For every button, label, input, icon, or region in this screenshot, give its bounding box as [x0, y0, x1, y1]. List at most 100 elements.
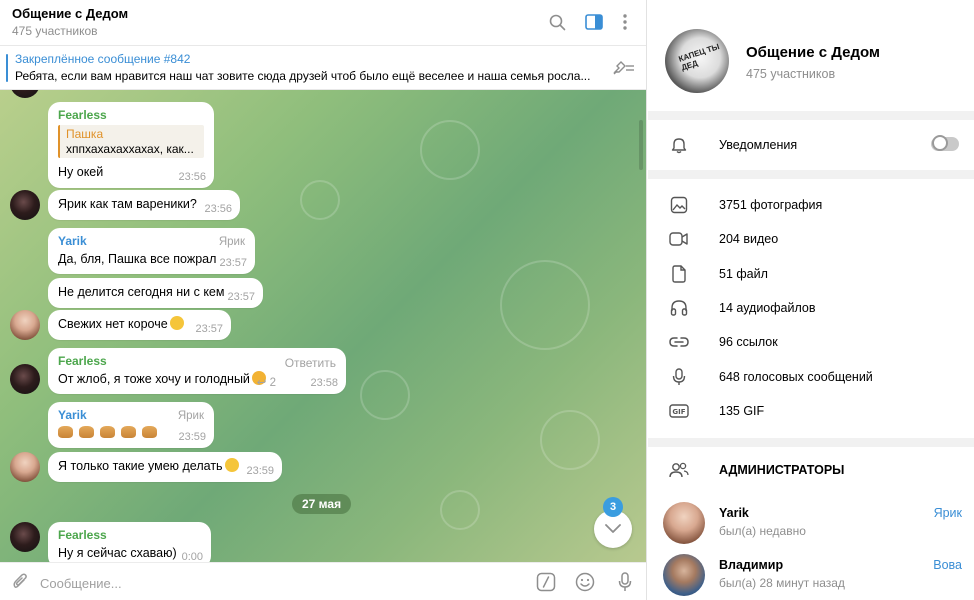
admin-status: был(а) недавно	[719, 524, 806, 538]
pinned-message-bar[interactable]: Закреплённое сообщение #842 Ребята, если…	[0, 46, 646, 90]
pinned-text: Ребята, если вам нравится наш чат зовите…	[15, 69, 591, 83]
avatar	[663, 502, 705, 544]
composer	[0, 562, 646, 600]
chat-header: Общение с Дедом 475 участников	[0, 0, 646, 46]
message-text: Ярик как там вареники?	[58, 197, 197, 211]
media-row-files[interactable]: 51 файл	[648, 257, 974, 291]
media-row-videos[interactable]: 204 видео	[648, 222, 974, 256]
message-time: 23:56	[204, 203, 232, 215]
sender-name[interactable]: Fearless	[58, 528, 201, 542]
avatar[interactable]	[10, 90, 40, 98]
pinned-indicator	[6, 54, 8, 82]
bread-emoji-icon	[121, 426, 136, 438]
message-text: Да, бля, Пашка все пожрал	[58, 252, 217, 266]
group-avatar[interactable]: КАПЕЦ ТЫ ДЕД	[665, 29, 729, 93]
users-icon	[669, 460, 689, 480]
message-bubble[interactable]: Я только такие умею делать 23:59	[48, 452, 282, 482]
attach-icon[interactable]	[9, 571, 31, 593]
notifications-card: Уведомления	[648, 120, 974, 170]
message-bubble[interactable]: Fearless Ну я сейчас схаваю) 0:00	[48, 522, 211, 562]
avatar[interactable]	[10, 190, 40, 220]
message-input[interactable]	[40, 572, 520, 594]
photo-icon	[669, 195, 689, 215]
admins-card: АДМИНИСТРАТОРЫ Yarik был(а) недавно Ярик…	[648, 447, 974, 600]
admin-row[interactable]: Владимир был(а) 28 минут назад Вова	[648, 550, 974, 600]
message-time: 23:57	[219, 257, 247, 269]
avatar[interactable]	[10, 364, 40, 394]
bread-emoji-icon	[100, 426, 115, 438]
message-list[interactable]: Fearless Пашка хппхахахаххахах, как... Н…	[0, 90, 646, 562]
notifications-toggle[interactable]	[931, 135, 959, 151]
bread-emoji-icon	[58, 426, 73, 438]
avatar[interactable]	[10, 310, 40, 340]
message-time: 23:59	[178, 431, 206, 443]
chevron-down-icon	[605, 524, 621, 533]
message-text: От жлоб, я тоже хочу и голодный	[58, 372, 250, 386]
bot-commands-icon[interactable]	[535, 571, 557, 593]
admin-tag: Ярик	[218, 236, 245, 248]
admin-name: Yarik	[719, 506, 749, 520]
media-label: 204 видео	[719, 232, 779, 246]
message-bubble[interactable]: Yarik Ярик Да, бля, Пашка все пожрал 23:…	[48, 228, 255, 274]
message-text: Ну окей	[58, 165, 104, 179]
toggle-knob	[932, 135, 948, 151]
message-time: 23:56	[178, 171, 206, 183]
message-bubble[interactable]: Свежих нет короче 23:57	[48, 310, 231, 340]
pinned-title: Закреплённое сообщение #842	[15, 52, 191, 66]
bread-emoji-icon	[142, 426, 157, 438]
message-bubble[interactable]: Fearless Ответить От жлоб, я тоже хочу и…	[48, 348, 346, 394]
video-icon	[669, 229, 689, 249]
admin-row[interactable]: Yarik был(а) недавно Ярик	[648, 498, 974, 550]
group-avatar-caption: КАПЕЦ ТЫ ДЕД	[677, 42, 721, 73]
message-bubble[interactable]: Ярик как там вареники? 23:56	[48, 190, 240, 220]
message-bubble[interactable]: Fearless Пашка хппхахахаххахах, как... Н…	[48, 102, 214, 188]
bread-emoji-icon	[79, 426, 94, 438]
admin-tag: Ярик	[177, 410, 204, 422]
media-row-audio[interactable]: 14 аудиофайлов	[648, 291, 974, 325]
media-label: 96 ссылок	[719, 335, 778, 349]
group-info-card: КАПЕЦ ТЫ ДЕД Общение с Дедом 475 участни…	[648, 0, 974, 111]
more-options-icon[interactable]	[614, 11, 636, 33]
message-time: 23:58	[310, 377, 338, 389]
shared-media-card: 3751 фотография 204 видео 51 файл 14 ауд…	[648, 179, 974, 438]
group-name: Общение с Дедом	[746, 44, 881, 61]
reply-button[interactable]: Ответить	[285, 356, 336, 370]
avatar[interactable]	[10, 522, 40, 552]
admin-tag: Ярик	[933, 506, 962, 520]
emoji-icon[interactable]	[574, 571, 596, 593]
sidebar-toggle-icon[interactable]	[583, 11, 605, 33]
search-icon[interactable]	[546, 11, 568, 33]
pinned-list-icon[interactable]	[612, 58, 636, 78]
admin-status: был(а) 28 минут назад	[719, 576, 845, 590]
thinking-emoji-icon	[224, 458, 239, 472]
avatar[interactable]	[10, 452, 40, 482]
message-time: 0:00	[181, 551, 203, 562]
admins-title: АДМИНИСТРАТОРЫ	[719, 463, 845, 477]
bread-emoji-row	[58, 425, 163, 440]
info-pane: КАПЕЦ ТЫ ДЕД Общение с Дедом 475 участни…	[648, 0, 974, 600]
file-icon	[669, 264, 689, 284]
gif-icon: GIF	[669, 401, 689, 421]
group-member-count[interactable]: 475 участников	[746, 67, 835, 81]
media-row-gifs[interactable]: GIF 135 GIF	[648, 394, 974, 428]
chat-title[interactable]: Общение с Дедом	[12, 6, 128, 21]
grinning-emoji-icon	[169, 316, 184, 330]
notifications-row[interactable]: Уведомления	[648, 128, 974, 162]
scrollbar[interactable]	[639, 120, 643, 170]
sender-name[interactable]: Fearless	[58, 108, 204, 122]
message-bubble[interactable]: Не делится сегодня ни с кем 23:57	[48, 278, 263, 308]
media-row-voice[interactable]: 648 голосовых сообщений	[648, 360, 974, 394]
microphone-icon[interactable]	[614, 571, 636, 593]
media-row-links[interactable]: 96 ссылок	[648, 325, 974, 359]
notifications-label: Уведомления	[719, 138, 798, 152]
message-bubble[interactable]: Yarik Ярик 23:59	[48, 402, 214, 448]
sender-name[interactable]: Yarik	[58, 234, 245, 248]
reply-quote[interactable]: Пашка хппхахахаххахах, как...	[58, 125, 204, 158]
date-separator: 27 мая	[292, 494, 352, 514]
chat-member-count: 475 участников	[12, 24, 98, 38]
reply-count[interactable]: ↩ 2	[257, 375, 276, 389]
media-label: 51 файл	[719, 267, 768, 281]
media-row-photos[interactable]: 3751 фотография	[648, 188, 974, 222]
link-icon	[669, 332, 689, 352]
avatar	[663, 554, 705, 596]
